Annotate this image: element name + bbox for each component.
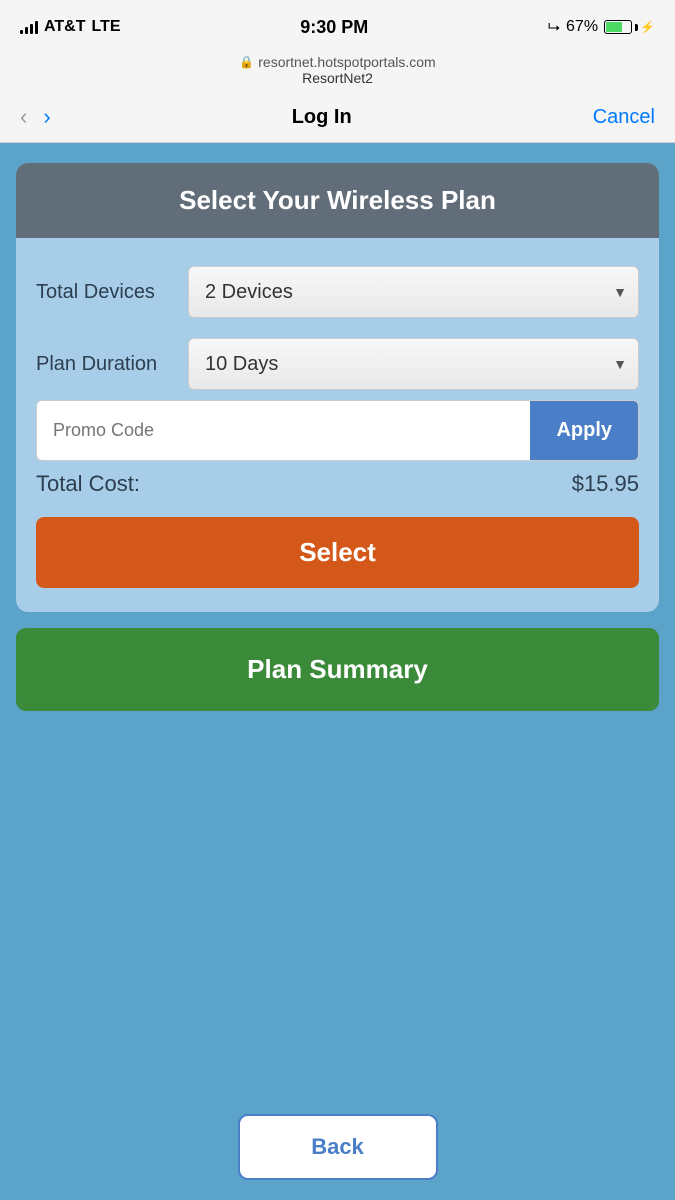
plan-body: Total Devices 1 Device 2 Devices 3 Devic…	[16, 238, 659, 400]
duration-select-wrapper: 1 Day 3 Days 5 Days 7 Days 10 Days 14 Da…	[188, 338, 639, 390]
promo-row: Apply	[36, 400, 639, 461]
signal-icon	[20, 20, 38, 34]
apply-button[interactable]: Apply	[530, 401, 638, 460]
plan-duration-label: Plan Duration	[36, 353, 176, 376]
charging-icon: ⚡	[640, 20, 655, 34]
lock-icon: 🔒	[239, 55, 254, 69]
back-arrow-button[interactable]: ‹	[20, 104, 27, 130]
location-icon: ⮡	[548, 19, 560, 36]
total-devices-label: Total Devices	[36, 281, 176, 304]
status-left: AT&T LTE	[20, 18, 121, 36]
plan-summary-button[interactable]: Plan Summary	[16, 628, 659, 711]
status-bar: AT&T LTE 9:30 PM ⮡ 67% ⚡	[0, 0, 675, 50]
select-plan-button[interactable]: Select	[36, 517, 639, 588]
devices-select[interactable]: 1 Device 2 Devices 3 Devices 4 Devices 5…	[188, 266, 639, 318]
plan-card: Select Your Wireless Plan Total Devices …	[16, 163, 659, 612]
url-subtitle: ResortNet2	[20, 70, 655, 86]
url-bar: 🔒 resortnet.hotspotportals.com ResortNet…	[0, 50, 675, 94]
nav-arrows: ‹ ›	[20, 104, 51, 130]
carrier-label: AT&T	[44, 18, 85, 36]
status-time: 9:30 PM	[300, 17, 368, 38]
battery-percent-label: 67%	[566, 18, 598, 36]
duration-select[interactable]: 1 Day 3 Days 5 Days 7 Days 10 Days 14 Da…	[188, 338, 639, 390]
nav-bar: ‹ › Log In Cancel	[0, 94, 675, 143]
plan-card-header: Select Your Wireless Plan	[16, 163, 659, 238]
back-button[interactable]: Back	[238, 1114, 438, 1180]
page-title: Log In	[292, 106, 352, 129]
main-content: Select Your Wireless Plan Total Devices …	[0, 143, 675, 1114]
cancel-button[interactable]: Cancel	[593, 106, 655, 129]
forward-arrow-button[interactable]: ›	[43, 104, 50, 130]
url-text: resortnet.hotspotportals.com	[258, 54, 435, 70]
back-button-wrapper: Back	[0, 1114, 675, 1200]
total-devices-row: Total Devices 1 Device 2 Devices 3 Devic…	[36, 266, 639, 318]
battery-icon: ⚡	[604, 20, 655, 34]
total-cost-amount: $15.95	[572, 471, 639, 497]
status-right: ⮡ 67% ⚡	[548, 18, 655, 36]
plan-card-title: Select Your Wireless Plan	[179, 185, 496, 215]
total-cost-label: Total Cost:	[36, 471, 140, 497]
promo-code-input[interactable]	[37, 401, 530, 460]
network-type-label: LTE	[91, 18, 120, 36]
devices-select-wrapper: 1 Device 2 Devices 3 Devices 4 Devices 5…	[188, 266, 639, 318]
total-cost-row: Total Cost: $15.95	[16, 461, 659, 507]
plan-duration-row: Plan Duration 1 Day 3 Days 5 Days 7 Days…	[36, 338, 639, 390]
